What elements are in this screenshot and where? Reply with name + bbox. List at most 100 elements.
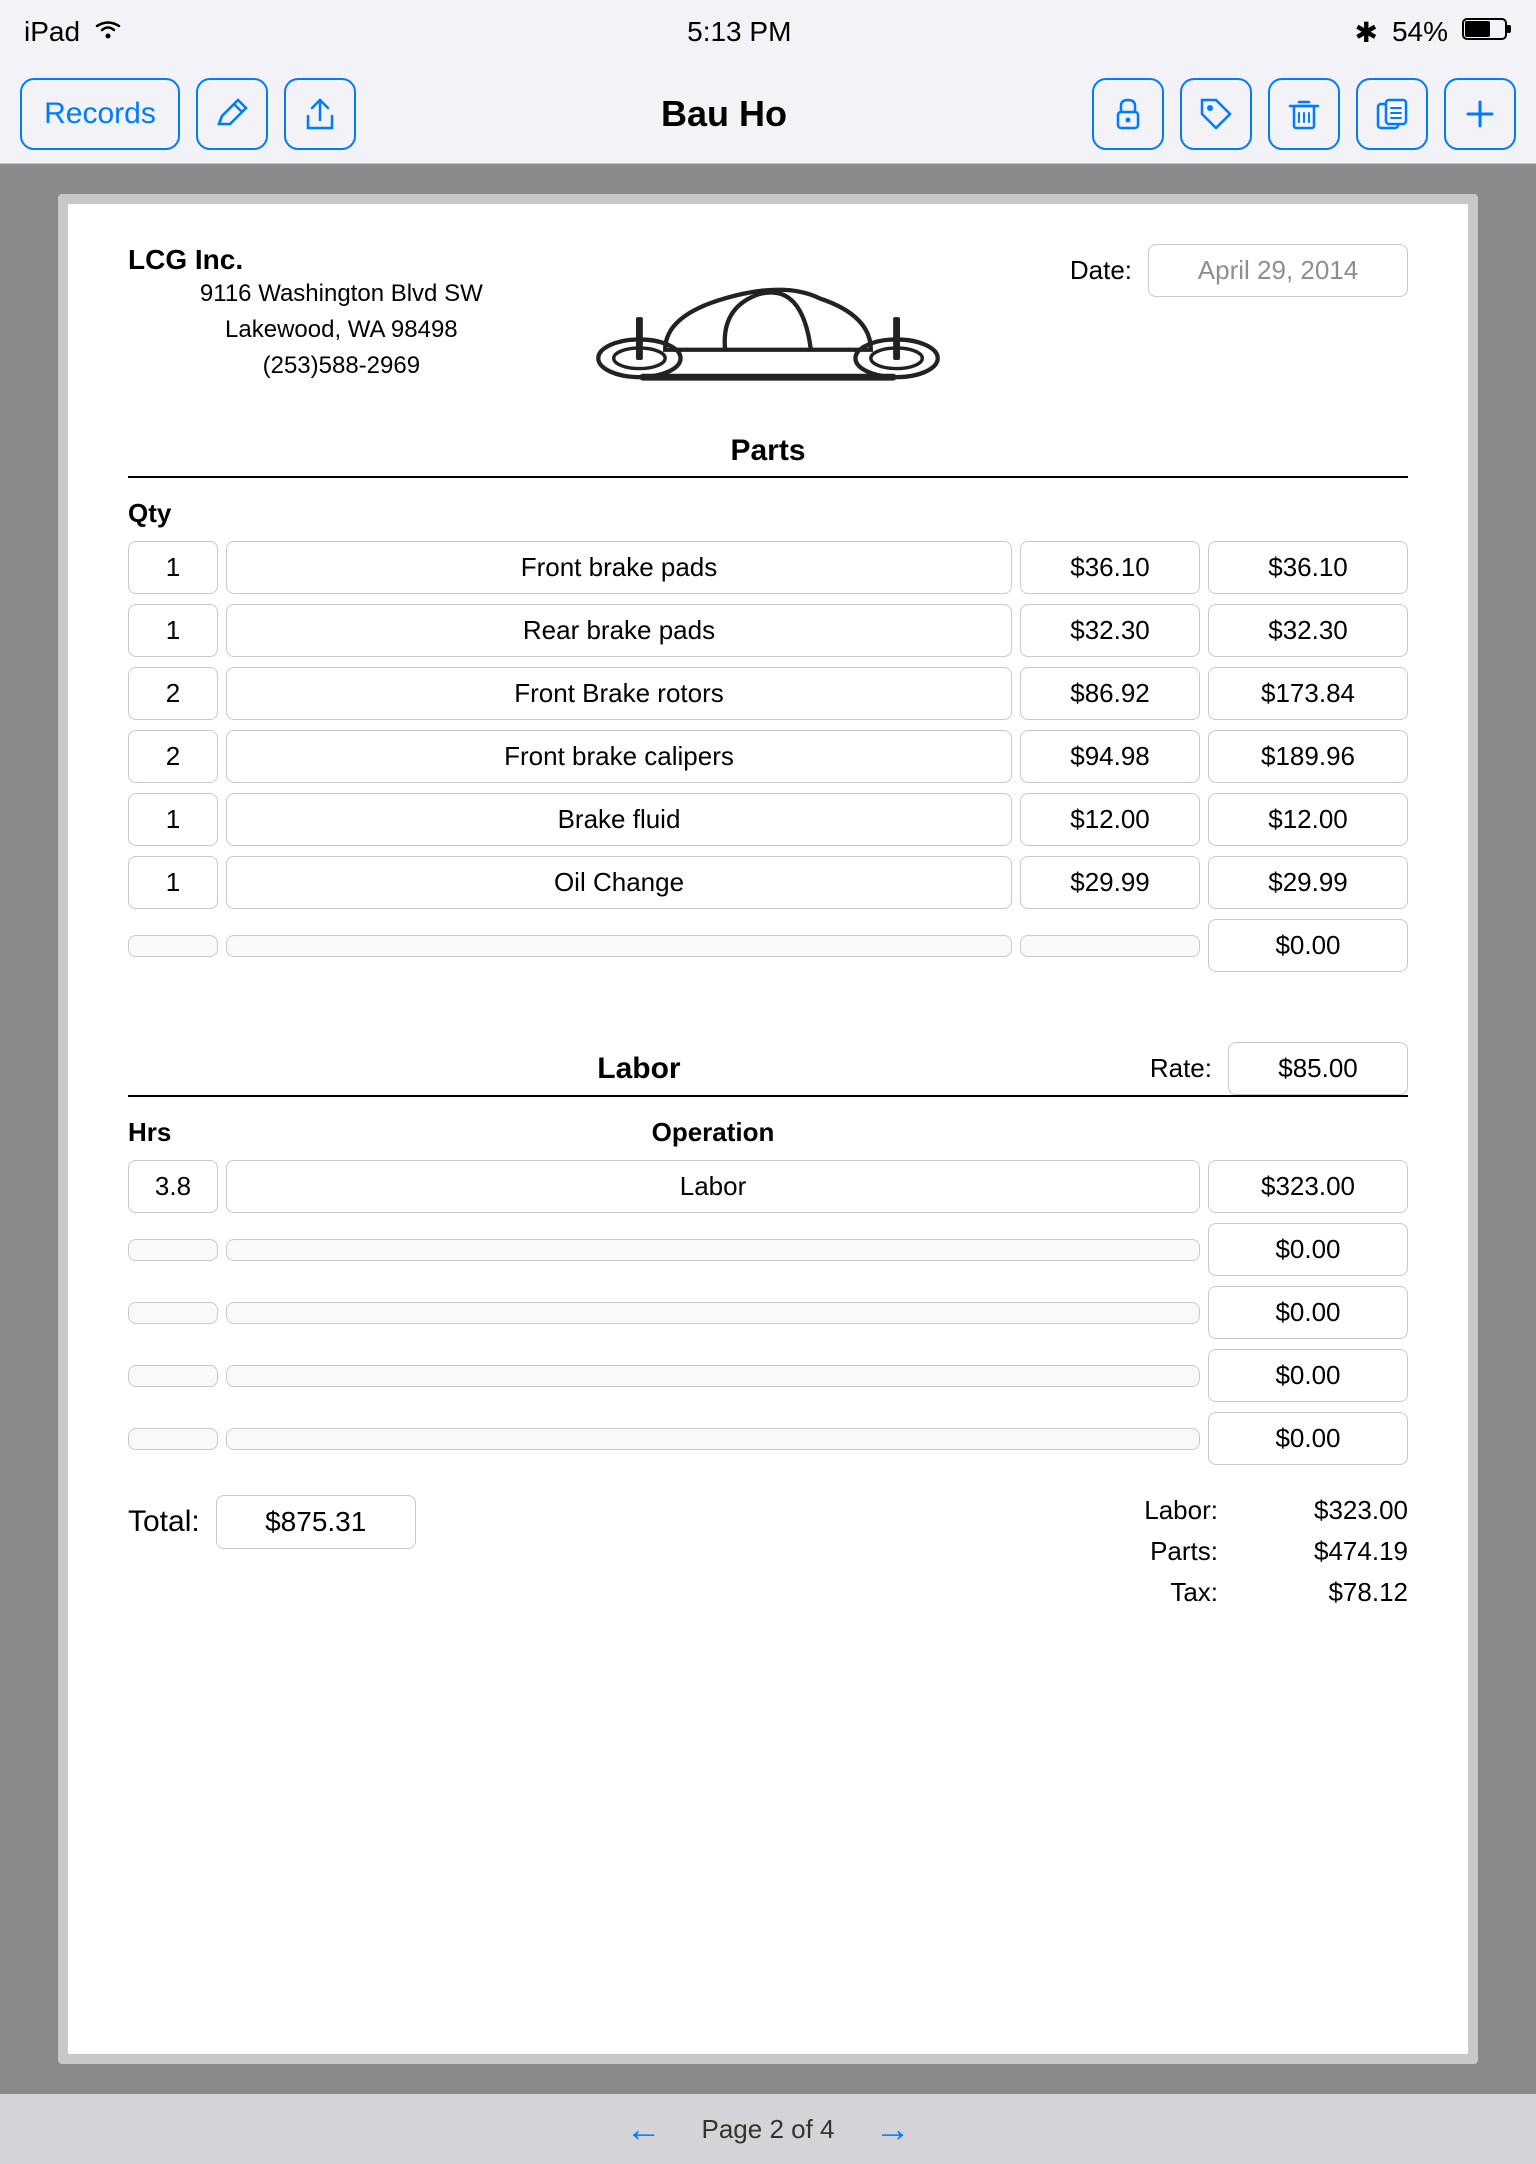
- parts-total-value: $474.19: [1248, 1536, 1408, 1567]
- rate-label: Rate:: [1150, 1053, 1212, 1084]
- labor-hrs-cell[interactable]: [128, 1428, 218, 1450]
- parts-price-cell[interactable]: $36.10: [1020, 541, 1200, 594]
- add-button[interactable]: [1444, 78, 1516, 150]
- tag-button[interactable]: [1180, 78, 1252, 150]
- parts-total-cell[interactable]: $36.10: [1208, 541, 1408, 594]
- lock-button[interactable]: [1092, 78, 1164, 150]
- labor-row: $0.00: [128, 1412, 1408, 1465]
- labor-row-total-cell[interactable]: $0.00: [1208, 1286, 1408, 1339]
- labor-hrs-cell[interactable]: [128, 1302, 218, 1324]
- status-bar: iPad 5:13 PM ✱ 54%: [0, 0, 1536, 64]
- tax-total-value: $78.12: [1248, 1577, 1408, 1608]
- parts-price-cell[interactable]: [1020, 935, 1200, 957]
- next-page-button[interactable]: →: [875, 2108, 911, 2150]
- prev-page-button[interactable]: ←: [626, 2108, 662, 2150]
- parts-row: 2 Front Brake rotors $86.92 $173.84: [128, 667, 1408, 720]
- parts-desc-cell[interactable]: Oil Change: [226, 856, 1012, 909]
- delete-button[interactable]: [1268, 78, 1340, 150]
- parts-price-cell[interactable]: $94.98: [1020, 730, 1200, 783]
- parts-total-cell[interactable]: $173.84: [1208, 667, 1408, 720]
- parts-total-cell[interactable]: $29.99: [1208, 856, 1408, 909]
- labor-op-cell[interactable]: [226, 1302, 1200, 1324]
- parts-desc-cell[interactable]: Front Brake rotors: [226, 667, 1012, 720]
- page-indicator: Page 2 of 4: [702, 2114, 835, 2145]
- parts-row: 1 Front brake pads $36.10 $36.10: [128, 541, 1408, 594]
- tax-total-row: Tax: $78.12: [1118, 1577, 1408, 1608]
- toolbar: Records Bau Ho: [0, 64, 1536, 164]
- parts-qty-cell[interactable]: 1: [128, 793, 218, 846]
- labor-total-label: Labor:: [1118, 1495, 1218, 1526]
- parts-row: 1 Brake fluid $12.00 $12.00: [128, 793, 1408, 846]
- battery-icon: [1462, 16, 1512, 49]
- toolbar-right-buttons: [1092, 78, 1516, 150]
- status-right: ✱ 54%: [1354, 16, 1512, 49]
- date-value[interactable]: April 29, 2014: [1148, 244, 1408, 297]
- labor-op-cell[interactable]: [226, 1239, 1200, 1261]
- rate-value[interactable]: $85.00: [1228, 1042, 1408, 1095]
- time-display: 5:13 PM: [687, 16, 791, 48]
- date-label: Date:: [1070, 255, 1132, 286]
- parts-desc-cell[interactable]: Brake fluid: [226, 793, 1012, 846]
- labor-hrs-header: Hrs: [128, 1117, 218, 1148]
- rate-area: Rate: $85.00: [1150, 1042, 1408, 1095]
- parts-qty-cell[interactable]: [128, 935, 218, 957]
- parts-desc-cell[interactable]: Front brake calipers: [226, 730, 1012, 783]
- labor-total-value: $323.00: [1248, 1495, 1408, 1526]
- labor-row-total-cell[interactable]: $0.00: [1208, 1349, 1408, 1402]
- parts-qty-cell[interactable]: 1: [128, 604, 218, 657]
- copy-button[interactable]: [1356, 78, 1428, 150]
- page-inner: LCG Inc. 9116 Washington Blvd SW Lakewoo…: [68, 204, 1468, 2054]
- parts-rows: 1 Front brake pads $36.10 $36.10 1 Rear …: [128, 541, 1408, 972]
- parts-price-cell[interactable]: $12.00: [1020, 793, 1200, 846]
- parts-desc-cell[interactable]: Front brake pads: [226, 541, 1012, 594]
- parts-qty-cell[interactable]: 1: [128, 856, 218, 909]
- labor-header-row: Labor Rate: $85.00: [128, 1042, 1408, 1095]
- device-label: iPad: [24, 16, 80, 48]
- date-area: Date: April 29, 2014: [981, 244, 1408, 297]
- company-address: 9116 Washington Blvd SW Lakewood, WA 984…: [128, 276, 555, 384]
- labor-op-cell[interactable]: Labor: [226, 1160, 1200, 1213]
- labor-hrs-cell[interactable]: 3.8: [128, 1160, 218, 1213]
- labor-row: $0.00: [128, 1286, 1408, 1339]
- labor-op-cell[interactable]: [226, 1428, 1200, 1450]
- labor-row: 3.8 Labor $323.00: [128, 1160, 1408, 1213]
- parts-qty-cell[interactable]: 2: [128, 730, 218, 783]
- labor-op-header: Operation: [226, 1117, 1200, 1148]
- labor-row: $0.00: [128, 1349, 1408, 1402]
- records-button[interactable]: Records: [20, 78, 180, 150]
- parts-price-cell[interactable]: $32.30: [1020, 604, 1200, 657]
- parts-desc-cell[interactable]: [226, 935, 1012, 957]
- parts-row: $0.00: [128, 919, 1408, 972]
- parts-total-cell[interactable]: $189.96: [1208, 730, 1408, 783]
- parts-desc-cell[interactable]: Rear brake pads: [226, 604, 1012, 657]
- share-button[interactable]: [284, 78, 356, 150]
- labor-row-total-cell[interactable]: $0.00: [1208, 1412, 1408, 1465]
- parts-row: 1 Rear brake pads $32.30 $32.30: [128, 604, 1408, 657]
- company-info: LCG Inc. 9116 Washington Blvd SW Lakewoo…: [128, 244, 555, 384]
- tax-total-label: Tax:: [1118, 1577, 1218, 1608]
- document-title: Bau Ho: [372, 93, 1076, 135]
- total-label: Total:: [128, 1505, 200, 1539]
- labor-section: Labor Rate: $85.00 Hrs Operation 3.8 Lab…: [128, 1042, 1408, 1465]
- battery-label: 54%: [1392, 16, 1448, 48]
- labor-hrs-cell[interactable]: [128, 1239, 218, 1261]
- labor-row-total-cell[interactable]: $0.00: [1208, 1223, 1408, 1276]
- parts-qty-header: Qty: [128, 498, 1408, 529]
- total-right: Labor: $323.00 Parts: $474.19 Tax: $78.1…: [1118, 1495, 1408, 1618]
- parts-total-cell[interactable]: $12.00: [1208, 793, 1408, 846]
- parts-qty-cell[interactable]: 2: [128, 667, 218, 720]
- parts-total-cell[interactable]: $0.00: [1208, 919, 1408, 972]
- status-left: iPad: [24, 16, 124, 48]
- labor-row-total-cell[interactable]: $323.00: [1208, 1160, 1408, 1213]
- parts-total-cell[interactable]: $32.30: [1208, 604, 1408, 657]
- labor-rows: 3.8 Labor $323.00 $0.00 $0.00 $0.00 $0.0…: [128, 1160, 1408, 1465]
- parts-total-label: Parts:: [1118, 1536, 1218, 1567]
- parts-qty-cell[interactable]: 1: [128, 541, 218, 594]
- labor-hrs-cell[interactable]: [128, 1365, 218, 1387]
- parts-price-cell[interactable]: $29.99: [1020, 856, 1200, 909]
- edit-button[interactable]: [196, 78, 268, 150]
- wifi-icon: [92, 16, 124, 48]
- parts-price-cell[interactable]: $86.92: [1020, 667, 1200, 720]
- labor-op-cell[interactable]: [226, 1365, 1200, 1387]
- total-value[interactable]: $875.31: [216, 1495, 416, 1549]
